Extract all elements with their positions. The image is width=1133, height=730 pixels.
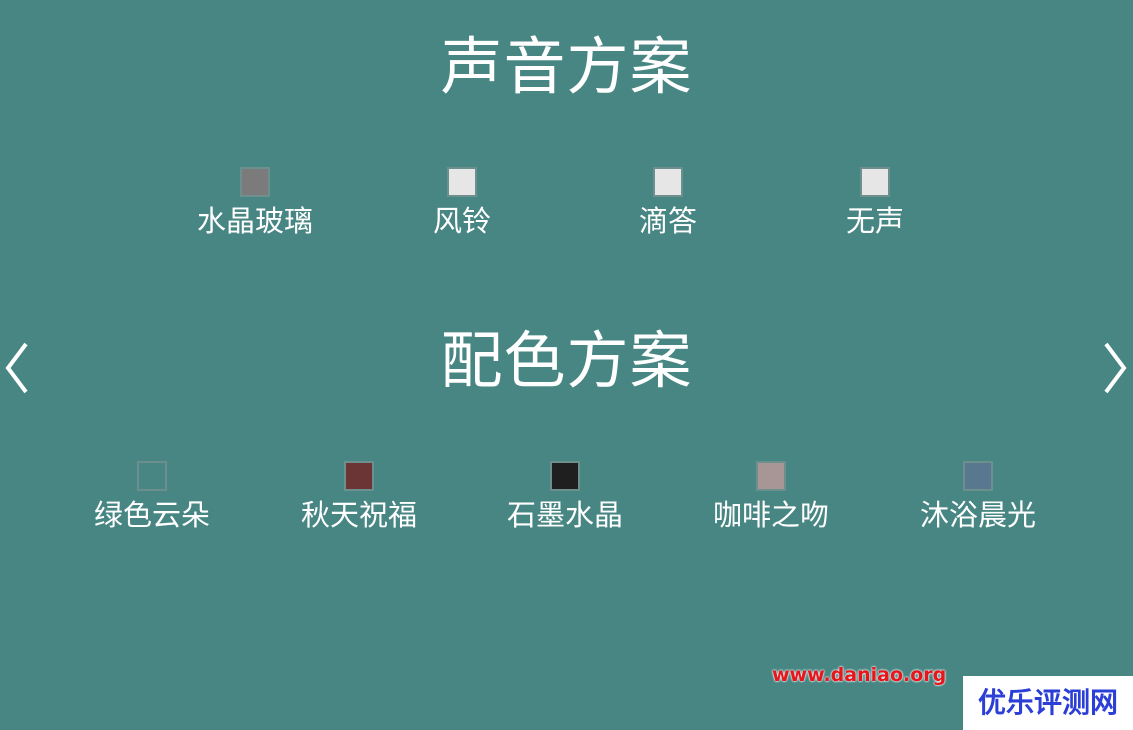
sound-option-label: 风铃 xyxy=(432,204,491,238)
next-button[interactable] xyxy=(1098,340,1132,396)
sound-option-label: 滴答 xyxy=(638,204,697,238)
color-swatch[interactable] xyxy=(756,461,786,491)
sound-option-tick[interactable]: 滴答 xyxy=(593,167,743,239)
sound-swatch[interactable] xyxy=(447,167,477,197)
sound-option-silent[interactable]: 无声 xyxy=(800,167,950,239)
color-option-green-cloud[interactable]: 绿色云朵 xyxy=(77,461,227,533)
color-option-label: 秋天祝福 xyxy=(300,498,417,532)
color-option-label: 绿色云朵 xyxy=(93,498,210,532)
sound-swatch[interactable] xyxy=(240,167,270,197)
watermark-url: www.daniao.org xyxy=(772,664,947,686)
color-option-label: 沐浴晨光 xyxy=(919,498,1036,532)
color-option-graphite-crystal[interactable]: 石墨水晶 xyxy=(490,461,640,533)
sound-option-label: 无声 xyxy=(845,204,904,238)
sound-swatch[interactable] xyxy=(653,167,683,197)
sound-scheme-title: 声音方案 xyxy=(440,30,693,103)
color-option-morning-light[interactable]: 沐浴晨光 xyxy=(903,461,1053,533)
color-option-autumn-blessing[interactable]: 秋天祝福 xyxy=(284,461,434,533)
sound-option-crystal-glass[interactable]: 水晶玻璃 xyxy=(180,167,330,239)
color-swatch[interactable] xyxy=(344,461,374,491)
sound-swatch[interactable] xyxy=(860,167,890,197)
color-swatch[interactable] xyxy=(137,461,167,491)
sound-option-wind-chime[interactable]: 风铃 xyxy=(387,167,537,239)
color-option-coffee-kiss[interactable]: 咖啡之吻 xyxy=(696,461,846,533)
color-scheme-title: 配色方案 xyxy=(440,324,693,397)
color-swatch[interactable] xyxy=(963,461,993,491)
sound-option-label: 水晶玻璃 xyxy=(196,204,313,238)
chevron-right-icon xyxy=(1104,342,1127,394)
color-option-label: 石墨水晶 xyxy=(506,498,623,532)
watermark-site-logo: 优乐评测网 xyxy=(963,676,1133,730)
color-swatch[interactable] xyxy=(550,461,580,491)
prev-button[interactable] xyxy=(2,340,36,396)
chevron-left-icon xyxy=(5,342,28,394)
color-option-label: 咖啡之吻 xyxy=(712,498,829,532)
